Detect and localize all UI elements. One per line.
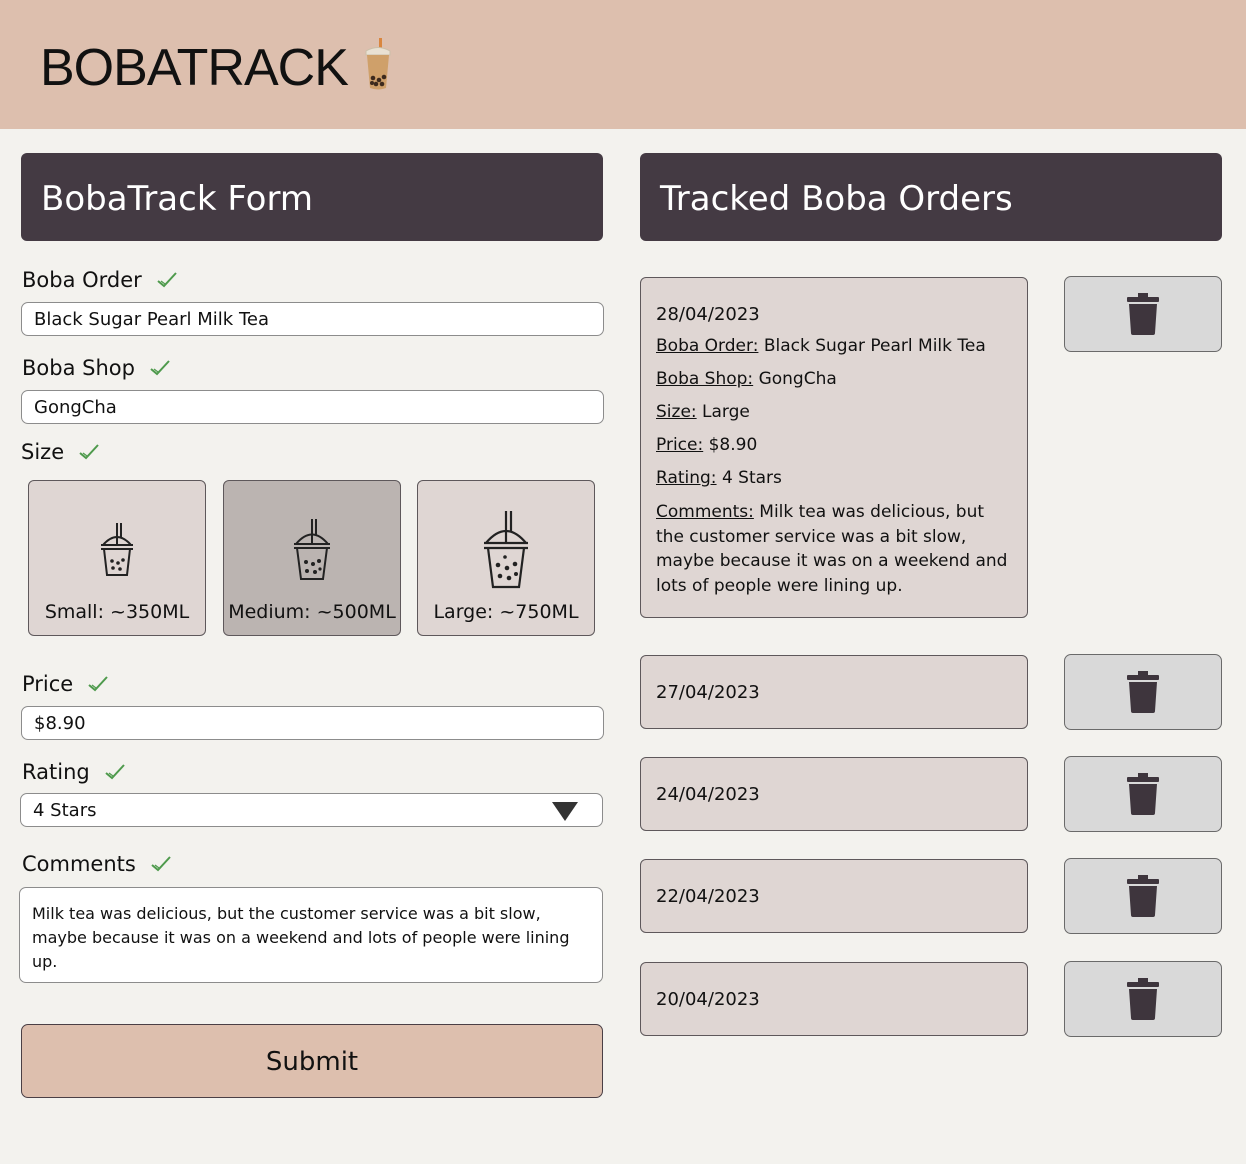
price-label: Price xyxy=(22,672,109,696)
checkmark-icon xyxy=(105,764,125,780)
triangle-down-icon[interactable] xyxy=(552,802,578,821)
detail-label: Price: xyxy=(656,435,704,455)
trash-icon xyxy=(1127,293,1159,335)
delete-order-button[interactable] xyxy=(1064,654,1222,730)
size-option-small[interactable]: Small: ~350ML xyxy=(28,480,206,636)
detail-value: $8.90 xyxy=(708,435,758,455)
trash-icon xyxy=(1127,773,1159,815)
boba-shop-input[interactable]: GongCha xyxy=(21,390,604,424)
comments-label-text: Comments xyxy=(22,852,136,876)
price-input[interactable]: $8.90 xyxy=(21,706,604,740)
order-detail-price: Price: $8.90 xyxy=(656,434,1027,456)
rating-label-text: Rating xyxy=(22,760,90,784)
comments-textarea[interactable]: Milk tea was delicious, but the customer… xyxy=(19,887,603,983)
size-option-large[interactable]: Large: ~750ML xyxy=(417,480,595,636)
detail-label: Size: xyxy=(656,402,697,422)
order-detail-boba-shop: Boba Shop: GongCha xyxy=(656,368,1027,390)
detail-label: Comments: xyxy=(656,502,754,522)
detail-value: Large xyxy=(702,402,750,422)
size-label: Size xyxy=(21,440,100,464)
boba-cup-icon xyxy=(101,523,133,576)
order-date: 24/04/2023 xyxy=(656,784,760,805)
rating-label: Rating xyxy=(22,760,126,784)
order-date: 22/04/2023 xyxy=(656,886,760,907)
checkmark-icon xyxy=(157,272,177,288)
order-date: 20/04/2023 xyxy=(656,989,760,1010)
bubble-tea-icon xyxy=(365,38,391,90)
delete-order-button[interactable] xyxy=(1064,276,1222,352)
orders-panel-title: Tracked Boba Orders xyxy=(640,153,1222,241)
delete-order-button[interactable] xyxy=(1064,756,1222,832)
comments-label: Comments xyxy=(22,852,172,876)
order-date: 27/04/2023 xyxy=(656,682,760,703)
order-detail-size: Size: Large xyxy=(656,401,1027,423)
detail-value: Black Sugar Pearl Milk Tea xyxy=(763,336,986,356)
order-card[interactable]: 27/04/2023 xyxy=(640,655,1028,729)
delete-order-button[interactable] xyxy=(1064,858,1222,934)
checkmark-icon xyxy=(150,360,170,376)
order-detail-boba-order: Boba Order: Black Sugar Pearl Milk Tea xyxy=(656,335,1027,357)
order-card[interactable]: 20/04/2023 xyxy=(640,962,1028,1036)
detail-label: Rating: xyxy=(656,468,717,488)
form-panel-title: BobaTrack Form xyxy=(21,153,603,241)
size-large-label: Large: ~750ML xyxy=(433,601,579,623)
boba-cup-icon xyxy=(294,519,330,580)
checkmark-icon xyxy=(88,676,108,692)
detail-label: Boba Shop: xyxy=(656,369,754,389)
detail-value: 4 Stars xyxy=(721,468,782,488)
trash-icon xyxy=(1127,671,1159,713)
order-detail-rating: Rating: 4 Stars xyxy=(656,467,1027,489)
order-card[interactable]: 22/04/2023 xyxy=(640,859,1028,933)
order-detail-comments: Comments: Milk tea was delicious, but th… xyxy=(656,500,1027,598)
boba-order-label-text: Boba Order xyxy=(22,268,142,292)
boba-cup-icon xyxy=(484,511,528,589)
trash-icon xyxy=(1127,978,1159,1020)
rating-select[interactable]: 4 Stars xyxy=(20,793,603,827)
app-header: BOBATRACK xyxy=(0,0,1246,129)
price-label-text: Price xyxy=(22,672,74,696)
boba-order-label: Boba Order xyxy=(22,268,178,292)
order-date: 28/04/2023 xyxy=(656,304,760,325)
size-medium-label: Medium: ~500ML xyxy=(228,601,396,623)
boba-shop-label-text: Boba Shop xyxy=(22,356,135,380)
size-small-label: Small: ~350ML xyxy=(44,601,190,623)
checkmark-icon xyxy=(79,444,99,460)
boba-shop-label: Boba Shop xyxy=(22,356,171,380)
rating-selected-value: 4 Stars xyxy=(33,799,97,821)
order-card[interactable]: 24/04/2023 xyxy=(640,757,1028,831)
checkmark-icon xyxy=(151,856,171,872)
size-label-text: Size xyxy=(21,440,65,464)
delete-order-button[interactable] xyxy=(1064,961,1222,1037)
size-option-medium[interactable]: Medium: ~500ML xyxy=(223,480,401,636)
order-card-expanded[interactable]: 28/04/2023 Boba Order: Black Sugar Pearl… xyxy=(640,277,1028,618)
trash-icon xyxy=(1127,875,1159,917)
submit-button[interactable]: Submit xyxy=(21,1024,603,1098)
app-title: BOBATRACK xyxy=(40,39,349,97)
detail-label: Boba Order: xyxy=(656,336,759,356)
detail-value: GongCha xyxy=(758,369,837,389)
boba-order-input[interactable]: Black Sugar Pearl Milk Tea xyxy=(21,302,604,336)
